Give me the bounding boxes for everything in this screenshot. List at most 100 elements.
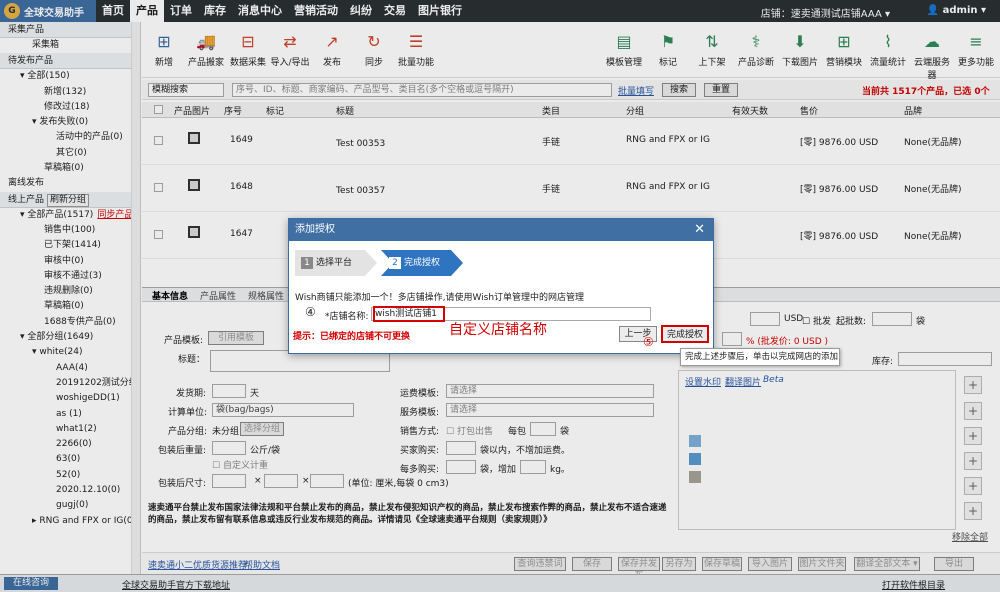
toolbar-button[interactable]: ⬇ 下载图片 bbox=[778, 32, 822, 68]
action-button[interactable]: 保存并发布 bbox=[618, 557, 660, 581]
nav-item[interactable]: 产品 bbox=[130, 0, 164, 22]
image-library-icon[interactable] bbox=[689, 471, 701, 483]
product-thumbnail[interactable] bbox=[188, 132, 200, 144]
sidebar-item[interactable]: 草稿箱(0) bbox=[0, 161, 140, 176]
sidebar-item[interactable]: ▾ white(24) bbox=[0, 345, 140, 360]
online-consult-button[interactable]: 在线咨询 bbox=[4, 577, 58, 590]
column-header[interactable]: 有效天数 bbox=[732, 104, 768, 117]
sidebar-item[interactable]: 审核不通过(3) bbox=[0, 269, 140, 284]
image-icon[interactable] bbox=[689, 435, 701, 447]
column-header[interactable]: 分组 bbox=[626, 104, 644, 117]
form-tab[interactable]: 产品属性 bbox=[200, 289, 236, 302]
sidebar-item[interactable]: gugj(0) bbox=[0, 498, 140, 513]
column-header[interactable]: 产品图片 bbox=[174, 104, 210, 117]
action-button[interactable]: 查询违禁词 bbox=[514, 557, 566, 571]
toolbar-button[interactable]: ≡ 更多功能 bbox=[954, 32, 998, 68]
sidebar-item[interactable]: 违规删除(0) bbox=[0, 284, 140, 299]
select-all-checkbox[interactable] bbox=[154, 105, 163, 114]
more-weight-input[interactable] bbox=[520, 460, 546, 474]
add-image-plus-icon[interactable]: + bbox=[964, 427, 982, 445]
action-button[interactable]: 导入图片 bbox=[748, 557, 792, 571]
column-header[interactable]: 售价 bbox=[800, 104, 818, 117]
sidebar-item[interactable]: ▾ 发布失败(0) bbox=[0, 115, 140, 130]
nav-item[interactable]: 库存 bbox=[198, 0, 232, 22]
batch-fill-link[interactable]: 批量填写 bbox=[618, 84, 654, 97]
column-header[interactable]: 标记 bbox=[266, 104, 284, 117]
freight-template-select[interactable]: 请选择 bbox=[446, 384, 654, 398]
add-image-plus-icon[interactable]: + bbox=[964, 376, 982, 394]
bottom-link[interactable]: 速卖通小二优质货源推荐 bbox=[148, 558, 247, 571]
sidebar-item[interactable]: 2266(0) bbox=[0, 437, 140, 452]
sidebar-item[interactable]: 活动中的产品(0) bbox=[0, 130, 140, 145]
sidebar-item[interactable]: 已下架(1414) bbox=[0, 238, 140, 253]
sidebar-item[interactable]: 2020.12.10(0) bbox=[0, 483, 140, 498]
discount-input[interactable] bbox=[722, 332, 742, 346]
form-tab[interactable]: 规格属性 bbox=[248, 289, 284, 302]
watermark-link[interactable]: 设置水印 bbox=[685, 375, 721, 388]
toolbar-button[interactable]: ☁ 云端服务器 bbox=[910, 32, 954, 81]
sidebar-item[interactable]: ▾ 全部产品(1517) 同步产品 bbox=[0, 208, 140, 223]
more-qty-input[interactable] bbox=[446, 460, 476, 474]
reset-button[interactable]: 重置 bbox=[704, 83, 738, 97]
sidebar-section-header[interactable]: 线上产品 刷新分组 bbox=[0, 191, 140, 208]
action-button[interactable]: 保存 bbox=[572, 557, 612, 571]
translate-image-link[interactable]: 翻译图片 bbox=[725, 375, 761, 388]
sidebar-item[interactable]: 其它(0) bbox=[0, 146, 140, 161]
nav-item[interactable]: 消息中心 bbox=[232, 0, 288, 22]
add-image-plus-icon[interactable]: + bbox=[964, 452, 982, 470]
sidebar-section-header[interactable]: 采集产品 bbox=[0, 22, 140, 38]
toolbar-button[interactable]: ⌇ 流量统计 bbox=[866, 32, 910, 68]
row-checkbox[interactable] bbox=[154, 230, 163, 239]
form-tab[interactable]: 基本信息 bbox=[152, 289, 188, 302]
height-input[interactable] bbox=[310, 474, 344, 488]
add-image-plus-icon[interactable]: + bbox=[964, 502, 982, 520]
action-button[interactable]: 保存草稿 bbox=[702, 557, 742, 571]
sidebar-item[interactable]: 新增(132) bbox=[0, 85, 140, 100]
close-icon[interactable]: ✕ bbox=[694, 219, 705, 241]
toolbar-button[interactable]: 🚚 产品搬家 bbox=[186, 32, 226, 68]
sidebar-item[interactable]: 离线发布 bbox=[0, 176, 140, 191]
action-button[interactable]: 导出 bbox=[934, 557, 974, 571]
action-button[interactable]: 另存为 bbox=[662, 557, 696, 571]
toolbar-button[interactable]: ↻ 同步 bbox=[354, 32, 394, 68]
sync-products-link[interactable]: 同步产品 bbox=[97, 210, 133, 220]
sidebar-item[interactable]: 草稿箱(0) bbox=[0, 299, 140, 314]
ship-days-input[interactable] bbox=[212, 384, 246, 398]
width-input[interactable] bbox=[264, 474, 298, 488]
stock-input[interactable] bbox=[898, 352, 992, 366]
column-header[interactable]: 序号 bbox=[224, 104, 242, 117]
sidebar-item[interactable]: ▾ 全部分组(1649) bbox=[0, 330, 140, 345]
nav-item[interactable]: 纠纷 bbox=[344, 0, 378, 22]
refresh-group-button[interactable]: 刷新分组 bbox=[47, 193, 90, 207]
weight-input[interactable] bbox=[212, 441, 246, 455]
bottom-link[interactable]: 帮助文档 bbox=[244, 558, 280, 571]
column-header[interactable]: 标题 bbox=[336, 104, 354, 117]
sidebar-item[interactable]: 63(0) bbox=[0, 452, 140, 467]
nav-item[interactable]: 首页 bbox=[96, 0, 130, 22]
sidebar-item[interactable]: what1(2) bbox=[0, 422, 140, 437]
toolbar-button[interactable]: ⇄ 导入/导出 bbox=[270, 32, 310, 68]
sidebar-scrollbar[interactable] bbox=[131, 22, 140, 574]
select-group-button[interactable]: 选择分组 bbox=[240, 422, 284, 436]
toolbar-button[interactable]: ⚕ 产品诊断 bbox=[734, 32, 778, 68]
action-button[interactable]: 图片文件夹 bbox=[798, 557, 846, 571]
table-row[interactable]: 1648 Test 00357 手链 RNG and FPX or IG [零] 987… bbox=[142, 165, 1000, 212]
table-row[interactable]: 1649 Test 00353 手链 RNG and FPX or IG [零] 987… bbox=[142, 118, 1000, 165]
sidebar-item[interactable]: ▾ 全部(150) bbox=[0, 69, 140, 84]
nav-item[interactable]: 订单 bbox=[164, 0, 198, 22]
toolbar-button[interactable]: ☰ 批量功能 bbox=[396, 32, 436, 68]
nav-item[interactable]: 营销活动 bbox=[288, 0, 344, 22]
sidebar-item[interactable]: 52(0) bbox=[0, 468, 140, 483]
sidebar-item[interactable]: AAA(4) bbox=[0, 361, 140, 376]
price-input[interactable] bbox=[750, 312, 780, 326]
remove-all-link[interactable]: 移除全部 bbox=[952, 530, 988, 543]
toolbar-button[interactable]: ⚑ 标记 bbox=[646, 32, 690, 68]
toolbar-button[interactable]: ⊞ 营销模块 bbox=[822, 32, 866, 68]
sidebar-item[interactable]: as (1) bbox=[0, 407, 140, 422]
user-menu[interactable]: 👤 admin ▾ bbox=[927, 5, 986, 16]
toolbar-button[interactable]: ▤ 模板管理 bbox=[602, 32, 646, 68]
sidebar-item[interactable]: 1688专供产品(0) bbox=[0, 315, 140, 330]
buy-qty-input[interactable] bbox=[446, 441, 476, 455]
sidebar-item[interactable]: woshigeDD(1) bbox=[0, 391, 140, 406]
add-image-plus-icon[interactable]: + bbox=[964, 477, 982, 495]
